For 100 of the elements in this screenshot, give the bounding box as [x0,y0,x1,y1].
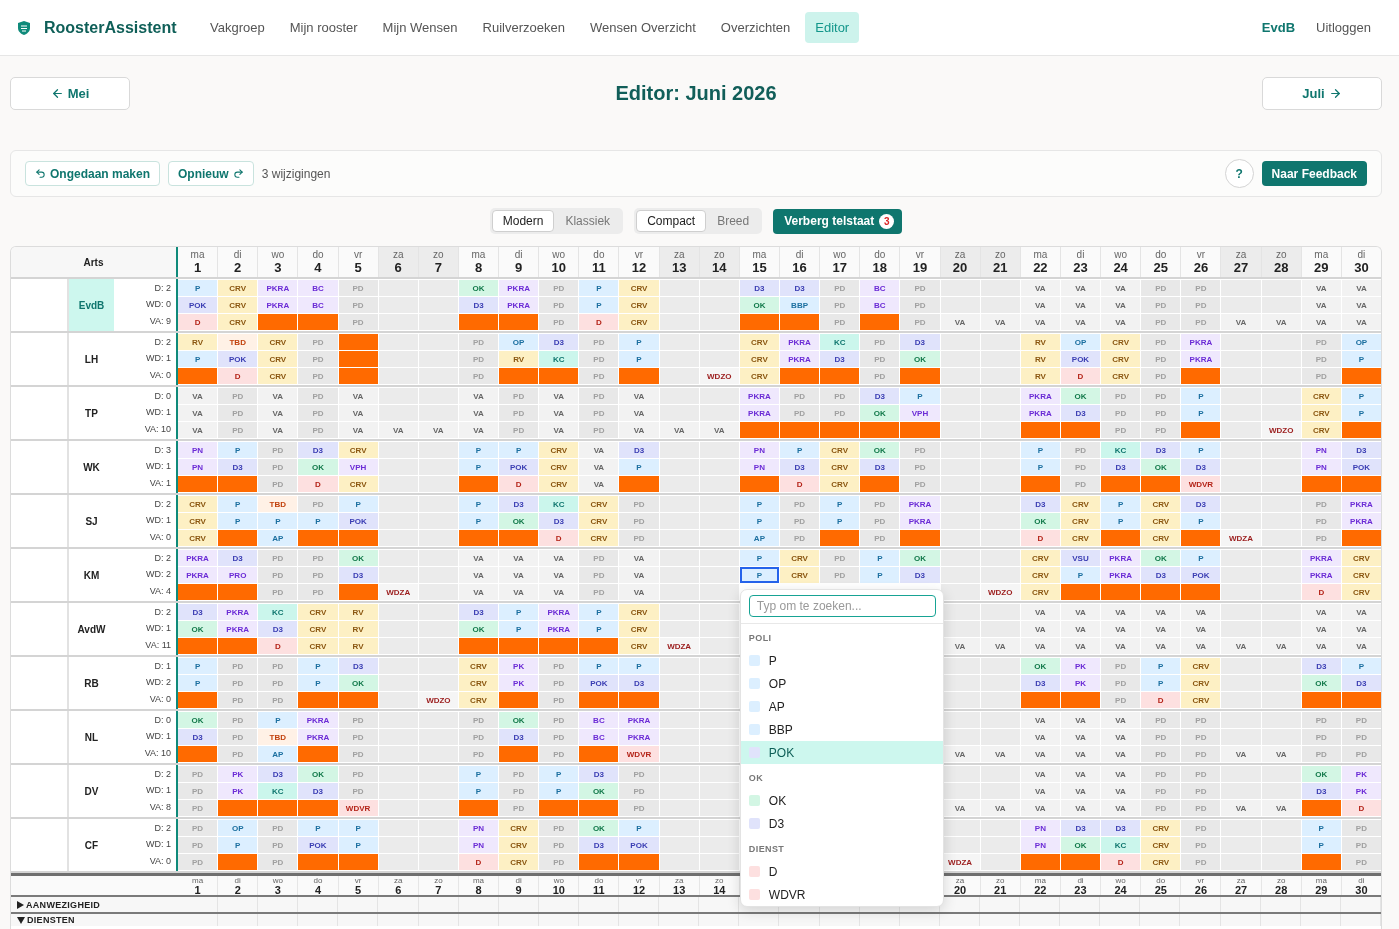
shift-cell[interactable]: CRV [338,442,378,458]
shift-cell[interactable]: KC [539,496,579,512]
shift-cell[interactable]: VA [1060,621,1101,637]
shift-cell[interactable]: VA [458,567,499,583]
shift-cell[interactable]: CRV [1101,351,1141,367]
shift-cell[interactable]: PKRA [1301,550,1341,566]
unfilled-cell[interactable] [178,746,218,762]
shift-cell[interactable]: PN [1020,837,1060,853]
unfilled-cell[interactable] [298,314,338,330]
prev-month-button[interactable]: Mei [10,77,130,110]
shift-cell[interactable]: VA [418,422,458,438]
shift-cell[interactable]: CRV [499,854,539,870]
shift-cell[interactable]: CRV [579,496,619,512]
shift-cell[interactable]: D3 [860,459,900,475]
shift-cell[interactable]: D3 [178,729,218,745]
shift-cell[interactable]: PKRA [1341,496,1381,512]
shift-cell[interactable]: VA [1261,314,1301,330]
shift-cell[interactable]: VA [1221,314,1261,330]
unfilled-cell[interactable] [1341,422,1381,438]
shift-cell[interactable]: CRV [619,621,659,637]
unfilled-cell[interactable] [619,692,659,708]
shift-cell[interactable]: CRV [820,476,860,492]
shift-cell[interactable]: D [1101,854,1141,870]
shift-cell[interactable]: VA [1221,638,1261,654]
shift-cell[interactable]: PKRA [1341,513,1381,529]
unfilled-cell[interactable] [458,530,499,546]
shift-cell[interactable]: KC [1101,442,1141,458]
shift-cell[interactable]: P [218,496,258,512]
shift-cell[interactable]: CRV [1101,368,1141,384]
shift-cell[interactable]: P [579,297,619,313]
shift-cell[interactable]: CRV [338,476,378,492]
shift-cell[interactable]: OK [298,766,338,782]
shift-cell[interactable]: BC [860,280,900,296]
shift-cell[interactable]: VA [1101,621,1141,637]
toggle-option[interactable]: Breed [706,210,761,232]
shift-cell[interactable]: AP [258,530,298,546]
unfilled-cell[interactable] [258,314,298,330]
shift-cell[interactable]: VA [1301,314,1341,330]
shift-cell[interactable]: D3 [298,442,338,458]
code-option[interactable]: WDVR [740,883,943,906]
shift-cell[interactable]: CRV [1301,388,1341,404]
shift-cell[interactable]: VA [458,405,499,421]
shift-cell[interactable]: RV [1020,334,1060,350]
shift-cell[interactable]: VA [1261,638,1301,654]
shift-cell[interactable]: P [178,280,218,296]
shift-cell[interactable]: D3 [218,459,258,475]
unfilled-cell[interactable] [338,351,378,367]
unfilled-cell[interactable] [860,422,900,438]
shift-cell[interactable]: CRV [458,658,499,674]
shift-cell[interactable]: D3 [1060,405,1101,421]
shift-cell[interactable]: PKRA [1101,550,1141,566]
shift-cell[interactable]: D3 [1141,567,1181,583]
shift-cell[interactable]: PN [458,820,499,836]
shift-cell[interactable]: P [619,658,659,674]
shift-cell[interactable]: CRV [780,550,820,566]
shift-cell[interactable]: D3 [1181,496,1221,512]
unfilled-cell[interactable] [900,368,940,384]
shift-cell[interactable]: RV [1020,368,1060,384]
shift-cell[interactable]: PKRA [499,297,539,313]
shift-cell[interactable]: D3 [619,675,659,691]
unfilled-cell[interactable] [539,800,579,816]
shift-cell[interactable]: POK [1181,567,1221,583]
shift-cell[interactable]: RV [178,334,218,350]
shift-cell[interactable]: PKRA [258,297,298,313]
shift-cell[interactable]: P [1101,496,1141,512]
shift-cell[interactable]: VA [980,800,1020,816]
shift-cell[interactable]: PKRA [1181,334,1221,350]
nav-tab[interactable]: Mijn Wensen [372,12,468,43]
shift-cell[interactable]: P [619,459,659,475]
shift-cell[interactable]: P [1341,351,1381,367]
shift-cell[interactable]: P [860,550,900,566]
unfilled-cell[interactable] [178,692,218,708]
unfilled-cell[interactable] [1060,692,1101,708]
shift-cell[interactable]: VA [1060,729,1101,745]
logout-link[interactable]: Uitloggen [1316,20,1371,35]
shift-cell[interactable]: VA [619,567,659,583]
shift-cell[interactable]: P [820,496,860,512]
shift-cell[interactable]: VA [1020,783,1060,799]
shift-cell[interactable]: CRV [539,442,579,458]
nav-tab[interactable]: Editor [805,12,860,43]
shift-cell[interactable]: VA [699,422,739,438]
shift-cell[interactable]: VA [258,388,298,404]
shift-cell[interactable]: OK [499,513,539,529]
shift-cell[interactable]: P [1060,567,1101,583]
unfilled-cell[interactable] [539,638,579,654]
shift-cell[interactable]: CRV [1020,567,1060,583]
toggle-option[interactable]: Klassiek [554,210,622,232]
shift-cell[interactable]: P [1181,405,1221,421]
shift-cell[interactable]: VA [1020,800,1060,816]
shift-cell[interactable]: VA [1301,638,1341,654]
unfilled-cell[interactable] [739,314,779,330]
shift-cell[interactable]: CRV [1020,550,1060,566]
shift-cell[interactable]: AP [739,530,779,546]
shift-cell[interactable]: P [458,459,499,475]
unfilled-cell[interactable] [458,476,499,492]
shift-cell[interactable]: P [458,442,499,458]
shift-cell[interactable]: WDZO [418,692,458,708]
shift-cell[interactable]: CRV [619,297,659,313]
shift-cell[interactable]: CRV [1181,692,1221,708]
shift-cell[interactable]: PKRA [619,712,659,728]
